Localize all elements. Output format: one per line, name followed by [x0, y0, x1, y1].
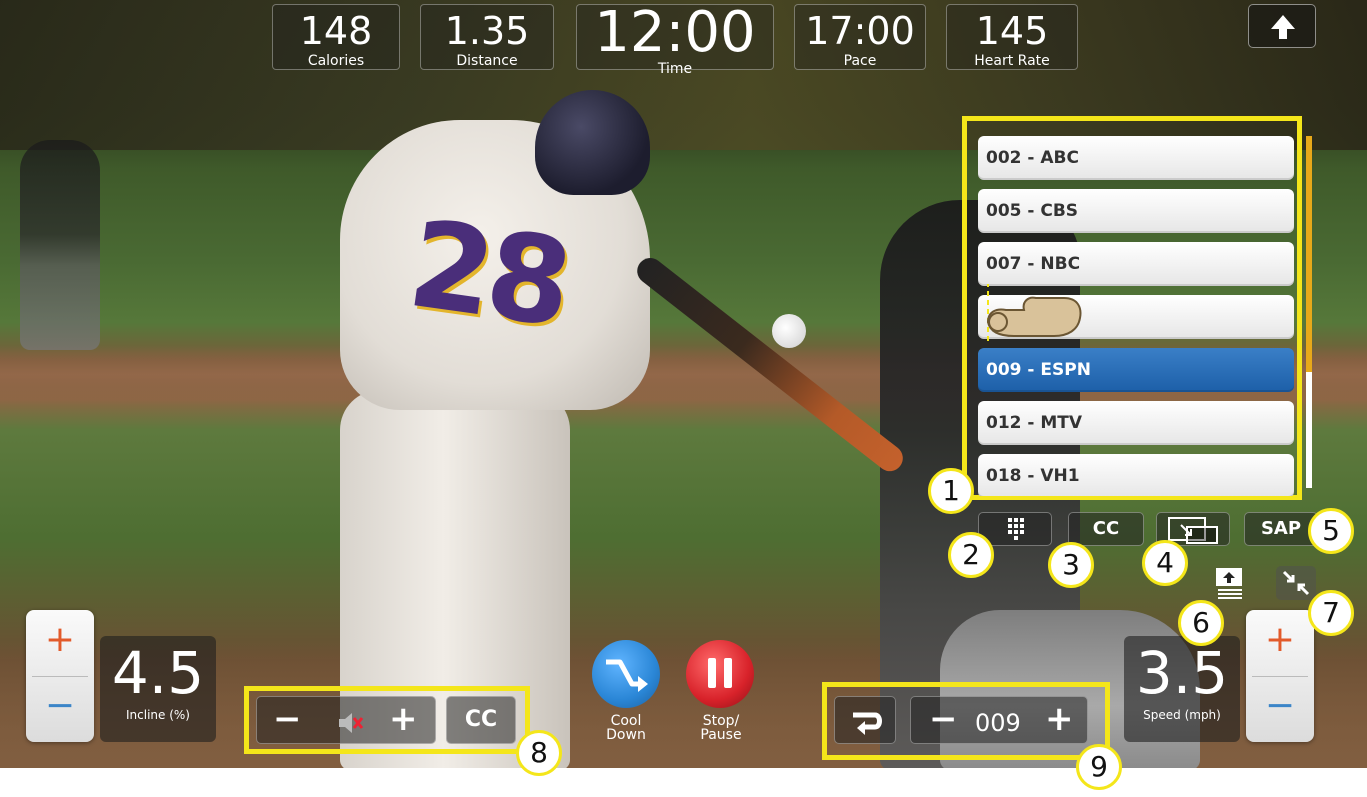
swipe-hand-icon	[984, 264, 1084, 384]
mute-icon[interactable]	[335, 705, 365, 749]
callout-1: 1	[928, 468, 974, 514]
speed-label: Speed (mph)	[1143, 708, 1221, 722]
channel-item[interactable]: 002 - ABC	[978, 136, 1294, 180]
cool-down-label-line2: Down	[606, 727, 646, 743]
cool-down-label: Cool Down	[596, 714, 656, 742]
return-arrow-icon	[853, 712, 882, 735]
stat-pace: 17:00 Pace	[794, 4, 926, 70]
cool-down-label-line1: Cool	[610, 713, 642, 729]
last-channel-button[interactable]	[834, 696, 896, 744]
sap-button[interactable]: SAP	[1244, 512, 1318, 546]
stat-value: 17:00	[805, 9, 915, 53]
stop-pause-button[interactable]	[686, 640, 754, 708]
speed-minus-button[interactable]: −	[1246, 676, 1314, 742]
minimize-arrows-icon	[1282, 570, 1310, 596]
speed-stepper[interactable]: + −	[1246, 610, 1314, 742]
stat-label: Pace	[843, 53, 877, 69]
stat-label: Calories	[307, 53, 365, 69]
stat-value: 12:00	[594, 0, 756, 65]
jersey-number: 28	[401, 194, 574, 355]
stat-value: 148	[299, 9, 373, 53]
volume-control: − +	[256, 696, 436, 744]
incline-minus-button[interactable]: −	[26, 676, 94, 742]
incline-plus-button[interactable]: +	[26, 610, 94, 676]
channel-scroll-thumb[interactable]	[1306, 136, 1312, 372]
stop-label-line1: Stop/	[702, 713, 740, 729]
stat-heart-rate: 145 Heart Rate	[946, 4, 1078, 70]
stop-label-line2: Pause	[700, 727, 742, 743]
speed-plus-button[interactable]: +	[1246, 610, 1314, 676]
callout-9: 9	[1076, 744, 1122, 790]
screen-up-icon	[1216, 568, 1242, 599]
volume-down-button[interactable]: −	[273, 697, 302, 741]
stat-label: Heart Rate	[974, 53, 1050, 69]
cc-button[interactable]: CC	[446, 696, 516, 744]
stat-value: 145	[975, 9, 1049, 53]
callout-2: 2	[948, 532, 994, 578]
incline-value: 4.5	[111, 639, 205, 707]
fullscreen-button[interactable]	[1212, 566, 1254, 600]
channel-item-selected[interactable]: 009 - ESPN	[978, 348, 1294, 392]
callout-8: 8	[516, 730, 562, 776]
cool-down-icon	[606, 659, 648, 692]
callout-4: 4	[1142, 540, 1188, 586]
cool-down-button[interactable]	[592, 640, 660, 708]
tv-cc-button[interactable]: CC	[1068, 512, 1144, 546]
channel-item[interactable]: 005 - CBS	[978, 189, 1294, 233]
channel-up-button[interactable]: +	[1045, 697, 1074, 741]
callout-3: 3	[1048, 542, 1094, 588]
callout-6: 6	[1178, 600, 1224, 646]
incline-label: Incline (%)	[126, 708, 190, 722]
channel-down-button[interactable]: −	[929, 697, 958, 741]
collapse-up-button[interactable]	[1248, 4, 1316, 48]
callout-5: 5	[1308, 508, 1354, 554]
current-channel: 009	[975, 709, 1021, 737]
stop-pause-label: Stop/ Pause	[686, 714, 756, 742]
minimize-button[interactable]	[1276, 566, 1316, 600]
incline-display: 4.5 Incline (%)	[100, 636, 216, 742]
stat-value: 1.35	[444, 9, 530, 53]
channel-item[interactable]: 007 - NBC	[978, 242, 1294, 286]
volume-up-button[interactable]: +	[389, 697, 418, 741]
speed-display: 3.5 Speed (mph)	[1124, 636, 1240, 742]
speed-value: 3.5	[1135, 639, 1229, 707]
fielder-figure	[20, 140, 100, 350]
baseball	[772, 314, 806, 348]
stat-time: 12:00 Time	[576, 0, 774, 77]
channel-stepper: − 009 +	[910, 696, 1088, 744]
arrow-up-icon	[1271, 15, 1295, 39]
stat-calories: 148 Calories	[272, 4, 400, 70]
batter-helmet	[535, 90, 650, 195]
stat-distance: 1.35 Distance	[420, 4, 554, 70]
pause-icon	[708, 658, 732, 688]
channel-item[interactable]: 012 - MTV	[978, 401, 1294, 445]
stat-label: Distance	[456, 53, 518, 69]
channel-item[interactable]: 018 - VH1	[978, 454, 1294, 496]
callout-7: 7	[1308, 590, 1354, 636]
incline-stepper[interactable]: + −	[26, 610, 94, 742]
